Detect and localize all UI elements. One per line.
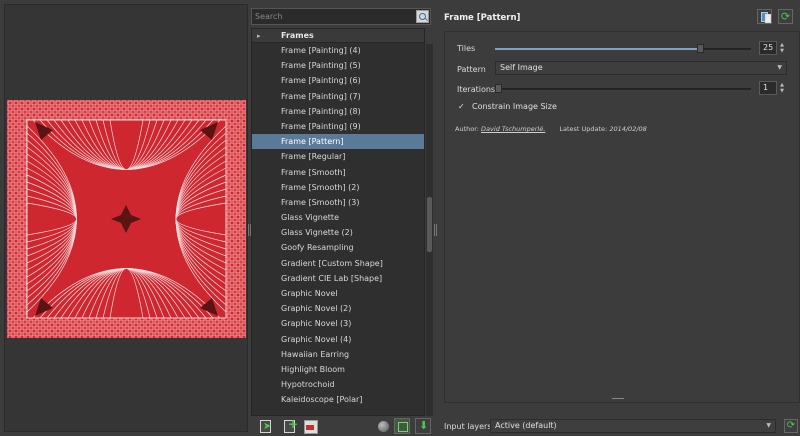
search-box [251,8,431,25]
iterations-spinbox[interactable]: 1 ▲ ▼ [759,81,784,95]
tiles-label: Tiles [457,44,476,53]
slider-track [495,88,751,90]
list-item[interactable]: Gradient CIE Lab [Shape] [252,271,424,286]
filter-tree[interactable]: ▸ Frames Frame [Painting] (4) Frame [Pain… [251,28,425,416]
list-item[interactable]: Glass Vignette (2) [252,225,424,240]
tiles-spinbox[interactable]: 25 ▲ ▼ [759,41,784,55]
constrain-label[interactable]: Constrain Image Size [472,102,557,111]
pattern-value: Self Image [500,63,543,72]
parameters-pane: Frame [Pattern] ⟳ Tiles 25 ▲ ▼ Pattern Se… [438,0,800,436]
preview-image[interactable] [7,100,246,338]
filter-list-scrollbar[interactable] [426,44,433,416]
pattern-label: Pattern [457,65,486,74]
update-label: Latest Update: [559,125,608,133]
list-item[interactable]: Frame [Painting] (7) [252,89,424,104]
search-icon[interactable] [416,10,429,23]
list-item[interactable]: Frame [Painting] (6) [252,73,424,88]
update-date: 2014/02/08 [609,125,647,133]
list-item[interactable]: Frame [Smooth] (3) [252,195,424,210]
list-item[interactable]: Highlight Bloom [252,362,424,377]
filter-title: Frame [Pattern] [444,13,521,23]
list-item[interactable]: Kaleidoscope [Polar] [252,392,424,407]
preview-toggle-icon[interactable] [394,418,410,434]
parameters-panel: Tiles 25 ▲ ▼ Pattern Self Image ▼ Iterati… [444,31,800,403]
scrollbar-thumb[interactable] [427,197,432,252]
gmic-filter-window: ▸ Frames Frame [Painting] (4)Frame [Pain… [0,0,800,436]
tree-category-label: Frames [281,31,314,40]
filter-list: Frame [Painting] (4) Frame [Painting] (5)… [252,43,424,408]
list-item[interactable]: Graphic Novel (4) [252,332,424,347]
slider-thumb[interactable] [495,84,502,93]
list-item[interactable]: Frame [Painting] (8) [252,104,424,119]
expand-arrow-icon[interactable]: ▸ [257,30,261,43]
list-item[interactable]: Hawaiian Earring [252,347,424,362]
list-item[interactable]: Glass Vignette [252,210,424,225]
input-layers-label: Input layers [444,422,492,431]
filter-list-pane: ▸ Frames Frame [Painting] (4)Frame [Pain… [251,8,433,434]
search-input[interactable] [252,9,412,24]
constrain-checkbox[interactable]: ✓ [458,102,467,111]
list-item[interactable]: Frame [Smooth] (2) [252,180,424,195]
sphere-icon[interactable] [377,419,392,434]
list-item[interactable]: Frame [Painting] (9) [252,119,424,134]
list-item[interactable]: Frame [Painting] (5) [252,58,424,73]
input-layers-bar: Input layers Active (default) ▼ ⟳ [444,419,800,435]
list-item[interactable]: Graphic Novel [252,286,424,301]
chevron-down-icon: ▼ [766,422,771,429]
slider-fill [495,48,700,50]
spin-arrows-icon[interactable]: ▲ ▼ [778,82,786,94]
copy-parameters-icon[interactable] [757,9,772,24]
tree-category-frames[interactable]: ▸ Frames [252,29,424,43]
add-fave-icon[interactable] [282,417,298,434]
author-label: Author: [455,125,479,133]
tiles-value: 25 [763,43,774,52]
refresh-icon[interactable]: ⟳ [784,419,798,433]
iterations-value: 1 [763,83,769,92]
panel-splitter-handle[interactable] [612,398,624,399]
list-item[interactable]: Graphic Novel (2) [252,301,424,316]
input-layers-select[interactable]: Active (default) ▼ [490,419,776,433]
add-to-favorites-icon[interactable] [258,419,273,434]
list-item[interactable]: Frame [Pattern] [252,134,424,150]
spin-arrows-icon[interactable]: ▲ ▼ [778,42,786,54]
list-item[interactable]: Frame [Regular] [252,149,424,164]
list-item[interactable]: Frame [Painting] (4) [252,43,424,58]
list-item[interactable]: Hypotrochoid [252,377,424,392]
iterations-slider[interactable] [495,84,751,93]
author-link[interactable]: David Tschumperlé. [481,125,545,133]
input-layers-value: Active (default) [495,421,557,430]
slider-thumb[interactable] [696,44,704,53]
iterations-label: Iterations [457,85,496,94]
params-splitter-handle[interactable] [434,224,437,236]
list-item[interactable]: Goofy Resampling [252,240,424,255]
list-item[interactable]: Graphic Novel (3) [252,316,424,331]
author-info: Author: David Tschumperlé. Latest Update… [455,125,647,133]
chevron-down-icon: ▼ [777,64,782,71]
pattern-select[interactable]: Self Image ▼ [495,61,787,75]
apply-download-icon[interactable] [415,418,431,434]
preview-pane[interactable] [4,4,248,432]
filter-toolbar [255,417,433,436]
filter-manager-icon[interactable] [303,419,318,434]
reset-parameters-icon[interactable]: ⟳ [778,9,793,24]
list-item[interactable]: Gradient [Custom Shape] [252,256,424,271]
list-item[interactable]: Frame [Smooth] [252,165,424,180]
tiles-slider[interactable] [495,44,751,53]
